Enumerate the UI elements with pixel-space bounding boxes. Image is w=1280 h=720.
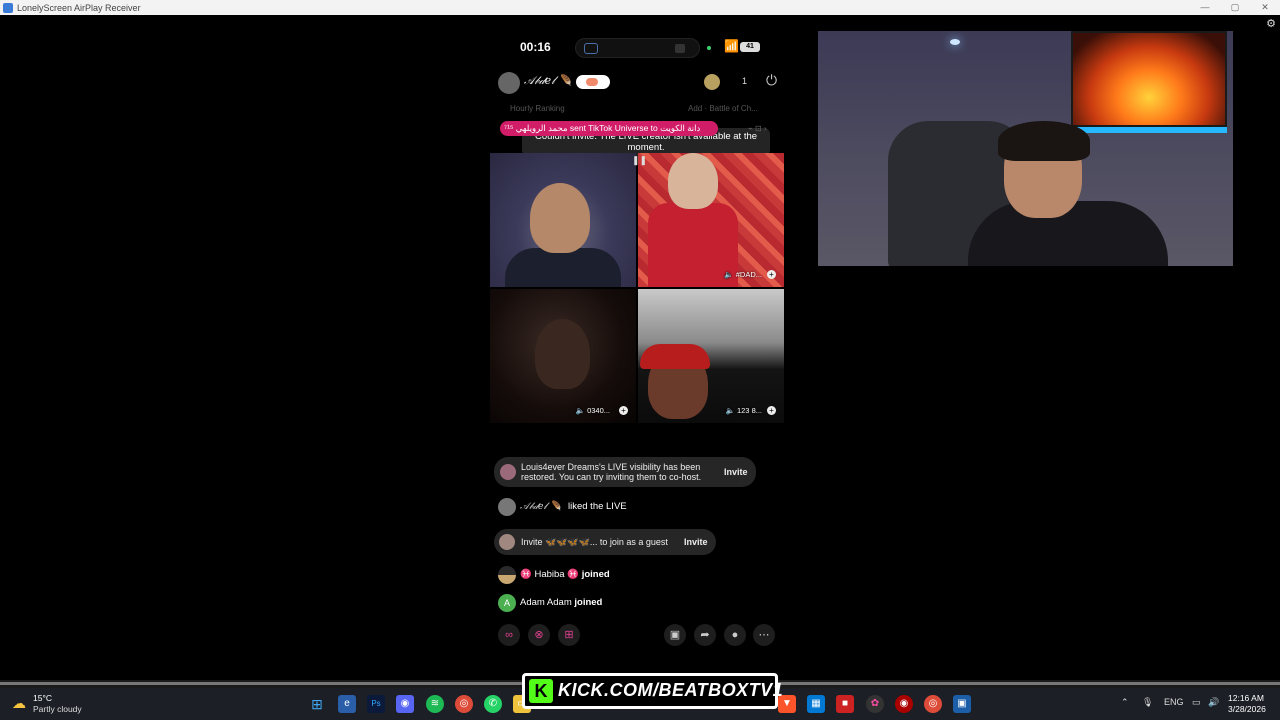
avatar: A <box>498 594 516 612</box>
kick-url: KICK.COM/BEATBOXTV1 <box>558 680 784 700</box>
invite-guest-button[interactable]: Invite <box>684 537 708 547</box>
app-icon[interactable]: ✿ <box>866 695 884 713</box>
cohost-label: 🔈 #DAD... <box>724 270 762 279</box>
avatar <box>498 498 516 516</box>
chrome-icon[interactable]: ◎ <box>924 695 942 713</box>
ceiling-light <box>950 39 960 45</box>
app-icon[interactable]: ◉ <box>895 695 913 713</box>
add-battle[interactable]: Add · Battle of Ch... <box>688 104 758 113</box>
spotify-icon[interactable]: ≋ <box>426 695 444 713</box>
weather-icon[interactable]: ☁ <box>12 695 26 712</box>
window-titlebar: LonelyScreen AirPlay Receiver — ▢ ✕ <box>0 0 1280 15</box>
edge-icon[interactable]: e <box>338 695 356 713</box>
pause-icon[interactable]: ❚❚ <box>632 155 647 166</box>
notice-text: Louis4ever Dreams's LIVE visibility has … <box>521 462 702 482</box>
cohost-tile[interactable]: 🔈 0340... + <box>490 289 636 423</box>
gift-action-icons[interactable]: ⌁ ⊡ › <box>748 124 767 133</box>
webcam-feed <box>818 31 1233 266</box>
apps-icon[interactable]: ⊞ <box>558 624 580 646</box>
gift-icon[interactable]: ● <box>724 624 746 646</box>
weather-temp[interactable]: 15°C <box>33 693 52 703</box>
gear-icon[interactable]: ⚙ <box>1266 17 1276 30</box>
minimize-button[interactable]: — <box>1190 0 1220 15</box>
invite-text: Invite 🦋🦋🦋🦋... to join as a guest <box>521 537 668 547</box>
chat-username[interactable]: 𝒜𝒷𝒹𝑒𝓁 🪶 <box>520 501 562 512</box>
host-name: 𝒜𝒷𝒹𝑒𝓁 🪶 <box>524 74 573 87</box>
whatsapp-icon[interactable]: ✆ <box>484 695 502 713</box>
battery-icon: 41 <box>740 42 760 52</box>
app-icon[interactable]: ■ <box>836 695 854 713</box>
cohost-tile[interactable]: 🔈 #DAD... + <box>638 153 784 287</box>
app-icon <box>3 2 13 13</box>
clock-time[interactable]: 12:16 AM <box>1228 693 1264 703</box>
guest-invite: Invite 🦋🦋🦋🦋... to join as a guest Invite <box>494 529 716 555</box>
live-toolbar: ∞ ⊗ ⊞ ▣ ➦ ● ⋯ <box>498 624 778 648</box>
maximize-button[interactable]: ▢ <box>1220 0 1250 15</box>
windows-icon[interactable]: ⊞ <box>308 695 326 713</box>
add-icon[interactable]: + <box>767 406 776 415</box>
cohost-label: 🔈 123 8... <box>725 406 762 415</box>
live-header: 𝒜𝒷𝒹𝑒𝓁 🪶 1 ⏻ Hourly Ranking Add · Battle … <box>498 72 778 156</box>
phone-status-bar: 00:16 📶 41 <box>490 38 786 58</box>
viewer-count[interactable]: 1 <box>742 76 747 86</box>
clock-date[interactable]: 3/28/2026 <box>1228 704 1266 714</box>
kick-overlay: K KICK.COM/BEATBOXTV1 <box>522 673 783 709</box>
share-icon[interactable]: ➦ <box>694 624 716 646</box>
wifi-icon: 📶 <box>724 39 739 53</box>
close-button[interactable]: ✕ <box>1250 0 1280 15</box>
camera-indicator-dot <box>707 46 711 50</box>
camera-icon <box>675 44 685 53</box>
cohost-grid: 🔈 #DAD... + 🔈 0340... + 🔈 123 8... + ❚❚ <box>490 153 784 423</box>
network-icon[interactable]: ▭ <box>1192 697 1201 708</box>
avatar <box>500 464 516 480</box>
visibility-notice: Louis4ever Dreams's LIVE visibility has … <box>494 457 756 487</box>
volume-icon[interactable]: 🔊 <box>1208 697 1219 708</box>
streamer-hair <box>998 121 1090 161</box>
chat-text: ♓ Habiba ♓ joined <box>520 569 610 580</box>
red-cap <box>640 344 710 369</box>
tray-overflow-icon[interactable]: ⌃ <box>1121 697 1129 708</box>
chat-text: Adam Adam joined <box>520 597 603 608</box>
invite-button[interactable]: Invite <box>724 467 748 477</box>
add-icon[interactable]: + <box>619 406 628 415</box>
led-strip <box>1071 127 1227 133</box>
microphone-icon[interactable]: 🎙 <box>1142 697 1153 708</box>
phone-time: 00:16 <box>520 40 551 54</box>
power-icon[interactable]: ⏻ <box>766 72 777 89</box>
avatar <box>499 534 515 550</box>
photoshop-icon[interactable]: Ps <box>367 695 385 713</box>
remote-desktop-icon[interactable]: ▣ <box>953 695 971 713</box>
fireplace-tv <box>1071 31 1227 127</box>
add-icon[interactable]: + <box>767 270 776 279</box>
weather-desc[interactable]: Partly cloudy <box>33 704 82 714</box>
chrome-icon[interactable]: ◎ <box>455 695 473 713</box>
store-icon[interactable]: ▦ <box>807 695 825 713</box>
screen-mirroring-icon <box>584 43 598 54</box>
window-controls: — ▢ ✕ <box>1190 0 1280 15</box>
cohost-icon[interactable]: ∞ <box>498 624 520 646</box>
language-indicator[interactable]: ENG <box>1164 697 1184 707</box>
viewer-avatar[interactable] <box>704 74 720 90</box>
person-body <box>505 248 621 287</box>
kick-logo: K <box>529 679 553 703</box>
chat-text: liked the LIVE <box>568 501 627 512</box>
host-avatar[interactable] <box>498 72 520 94</box>
window-title: LonelyScreen AirPlay Receiver <box>17 2 141 13</box>
person-face <box>530 183 590 253</box>
gift-banner: ⁷¹⁵ محمد الرويلهي sent TikTok Universe t… <box>500 121 718 136</box>
dynamic-island <box>575 38 700 58</box>
mirrored-phone-screen: 00:16 📶 41 𝒜𝒷𝒹𝑒𝓁 🪶 1 ⏻ Hourly Ranking Ad… <box>490 30 786 660</box>
cohost-label: 🔈 0340... <box>575 406 610 415</box>
discord-icon[interactable]: ◉ <box>396 695 414 713</box>
likes-chip[interactable] <box>576 75 610 89</box>
avatar <box>498 566 516 584</box>
comment-icon[interactable]: ▣ <box>664 624 686 646</box>
cohost-tile[interactable] <box>490 153 636 287</box>
person-face <box>535 319 590 389</box>
match-icon[interactable]: ⊗ <box>528 624 550 646</box>
more-icon[interactable]: ⋯ <box>753 624 775 646</box>
cohost-tile[interactable]: 🔈 123 8... + <box>638 289 784 423</box>
hourly-ranking[interactable]: Hourly Ranking <box>510 104 565 113</box>
person-face <box>668 153 718 209</box>
